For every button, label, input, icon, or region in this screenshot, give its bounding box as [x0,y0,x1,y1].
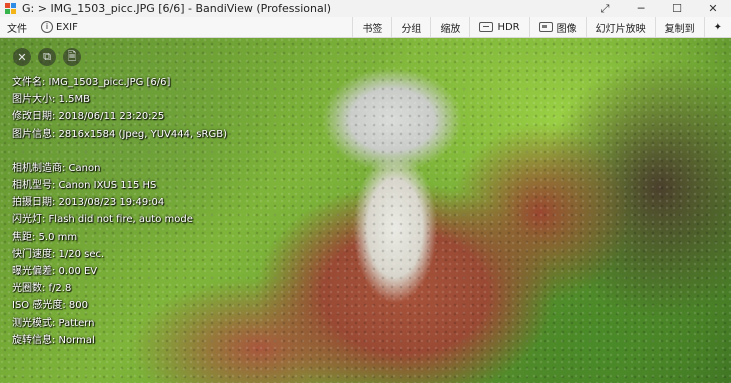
exif-modified: 修改日期: 2018/06/11 23:20:25 [12,111,165,123]
split-button[interactable]: 分组 [391,17,430,37]
image-label: 图像 [556,23,577,35]
slideshow-button[interactable]: 幻灯片放映 [585,17,655,37]
title-bar: G: > IMG_1503_picc.JPG [6/6] - BandiView… [0,0,731,17]
minimize-icon[interactable]: ─ [623,0,659,17]
exif-orientation: 旋转信息: Normal [12,334,95,346]
zoom-button[interactable]: 缩放 [430,17,469,37]
exif-shutter: 快门速度: 1/20 sec. [12,248,105,260]
close-icon[interactable]: ✕ [695,0,731,17]
hdr-button[interactable]: HDR [469,17,528,37]
hdr-icon [479,22,494,32]
exif-file-size: 图片大小: 1.5MB [12,94,90,106]
exif-image-info: 图片信息: 2816x1584 (Jpeg, YUV444, sRGB) [12,128,227,140]
image-button[interactable]: 图像 [528,17,586,37]
menu-exif[interactable]: i EXIF [34,17,85,37]
exif-camera-make: 相机制造商: Canon [12,162,101,174]
exif-exposure-bias: 曝光偏差: 0.00 EV [12,266,98,278]
exif-camera-model: 相机型号: Canon IXUS 115 HS [12,180,157,192]
image-icon [538,22,553,32]
exif-spacer [12,143,227,160]
maximize-icon[interactable]: ☐ [659,0,695,17]
fullscreen-icon[interactable]: ⤢ [587,0,623,17]
info-icon: i [41,21,53,33]
exif-metering: 测光模式: Pattern [12,317,95,329]
window-title: G: > IMG_1503_picc.JPG [6/6] - BandiView… [22,2,332,15]
window-controls: ⤢ ─ ☐ ✕ [587,0,731,17]
copy-icon[interactable]: ⧉ [38,48,56,66]
close-overlay-icon[interactable]: ✕ [13,48,31,66]
exif-flash: 闪光灯: Flash did not fire, auto mode [12,214,193,226]
toolbar: 书签 分组 缩放 HDR 图像 幻灯片放映 复制到 ✦ [352,17,731,37]
exif-file-name: 文件名: IMG_1503_picc.JPG [6/6] [12,77,171,88]
exif-iso: ISO 感光度: 800 [12,300,88,312]
exif-aperture: 光圈数: f/2.8 [12,283,72,295]
exif-info-panel: 文件名: IMG_1503_picc.JPG [6/6] 图片大小: 1.5MB… [12,74,227,349]
pin-icon[interactable]: ✦ [703,17,731,37]
bookmark-button[interactable]: 书签 [352,17,391,37]
copy-to-button[interactable]: 复制到 [654,17,704,37]
image-viewer[interactable]: ✕ ⧉ 🗎 文件名: IMG_1503_picc.JPG [6/6] 图片大小:… [0,38,731,383]
menu-bar: 文件 i EXIF 书签 分组 缩放 HDR 图像 幻灯片放映 复制到 ✦ [0,17,731,38]
overlay-buttons: ✕ ⧉ 🗎 [13,48,81,66]
exif-focal-length: 焦距: 5.0 mm [12,231,78,243]
app-icon [5,3,16,14]
menu-exif-label: EXIF [56,21,78,33]
document-icon[interactable]: 🗎 [63,48,81,66]
exif-date-taken: 拍摄日期: 2013/08/23 19:49:04 [12,197,165,209]
menu-file[interactable]: 文件 [0,17,34,37]
hdr-label: HDR [497,21,520,33]
